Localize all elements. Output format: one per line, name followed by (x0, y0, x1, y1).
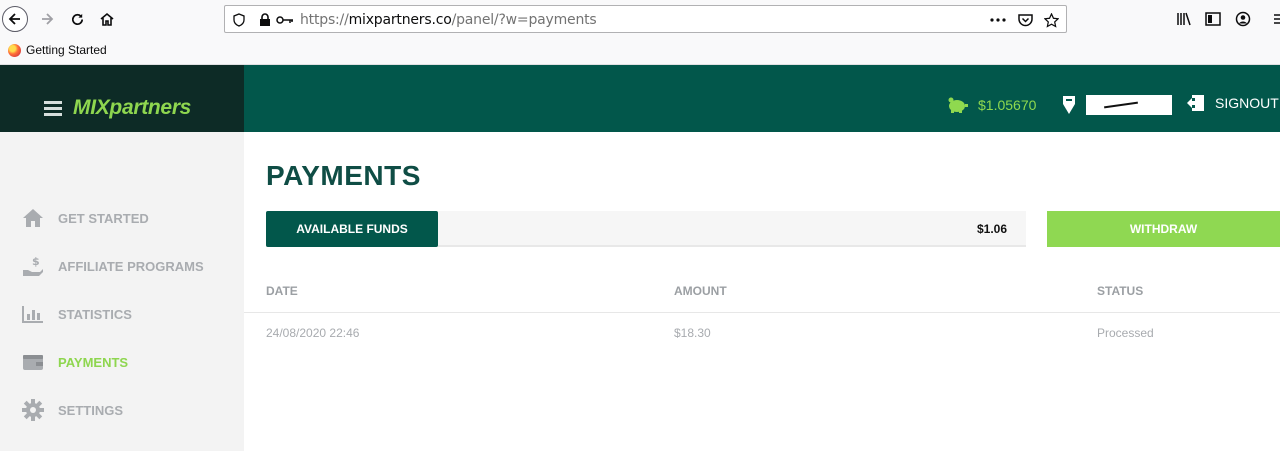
signout-label: SIGNOUT (1215, 95, 1279, 111)
url-text: https://mixpartners.co/panel/?w=payments (300, 12, 597, 28)
sidebar-item-label: AFFILIATE PROGRAMS (58, 258, 204, 274)
url-host: mixpartners.co (348, 12, 452, 28)
available-funds-amount: $1.06 (976, 222, 1007, 236)
sidebar-item-label: PAYMENTS (58, 354, 129, 370)
balance-value: $1.05670 (978, 97, 1037, 113)
forward-button[interactable] (34, 6, 60, 32)
sidebar-item-label: SETTINGS (58, 402, 124, 418)
sidebar-item-payments[interactable]: PAYMENTS (22, 351, 128, 373)
star-icon[interactable] (1043, 12, 1059, 28)
reload-button[interactable] (64, 6, 90, 32)
home-button[interactable] (94, 6, 120, 32)
table-divider (244, 312, 1280, 313)
row-status: Processed (1097, 326, 1154, 340)
row-date: 24/08/2020 22:46 (266, 326, 360, 340)
wallet-icon (22, 351, 44, 373)
sidebar-item-label: GET STARTED (58, 210, 149, 226)
reload-icon (71, 13, 83, 25)
url-prefix: https:// (300, 12, 349, 28)
username-redacted (1086, 95, 1172, 115)
svg-text:$: $ (32, 255, 40, 268)
url-bar[interactable]: https://mixpartners.co/panel/?w=payments (224, 5, 1067, 33)
brand-bar: MIXpartners (0, 65, 244, 132)
arrow-left-icon (8, 13, 20, 25)
browser-toolbar: https://mixpartners.co/panel/?w=payments (0, 0, 1280, 38)
bar-chart-icon (22, 303, 44, 325)
menu-icon[interactable] (1274, 11, 1280, 27)
hamburger-icon[interactable] (44, 101, 62, 116)
page-title: PAYMENTS (266, 160, 421, 191)
balance-display: $1.05670 (946, 96, 1036, 114)
gear-icon (22, 399, 44, 421)
piggy-bank-icon (948, 97, 968, 113)
key-icon[interactable] (275, 12, 295, 28)
sidebar-item-affiliate-programs[interactable]: $ AFFILIATE PROGRAMS (22, 255, 204, 277)
available-funds-label: AVAILABLE FUNDS (266, 211, 438, 247)
column-header-amount: AMOUNT (674, 284, 727, 298)
withdraw-button[interactable]: WITHDRAW (1047, 211, 1280, 247)
user-badge-icon (1063, 96, 1075, 114)
shield-icon[interactable] (231, 12, 247, 28)
sidebar-item-settings[interactable]: SETTINGS (22, 399, 123, 421)
account-icon[interactable] (1235, 11, 1251, 27)
firefox-icon (8, 43, 21, 57)
available-funds-bar: AVAILABLE FUNDS $1.06 (266, 211, 1026, 247)
bookmark-getting-started[interactable]: Getting Started (8, 43, 107, 57)
pocket-icon[interactable] (1017, 12, 1033, 28)
arrow-right-icon (42, 13, 54, 25)
column-header-date: DATE (266, 284, 298, 298)
home-icon (100, 12, 114, 26)
sidebar-item-statistics[interactable]: STATISTICS (22, 303, 132, 325)
bookmark-label: Getting Started (26, 43, 107, 57)
top-bar: $1.05670 SIGNOUT (244, 65, 1280, 132)
sidebar-toggle-icon[interactable] (1205, 11, 1221, 27)
url-path: /panel/?w=payments (451, 12, 597, 28)
library-icon[interactable] (1176, 11, 1192, 27)
home-icon (22, 207, 44, 229)
user-menu[interactable] (1062, 95, 1172, 115)
lock-icon[interactable] (257, 12, 273, 28)
sidebar-item-label: STATISTICS (58, 306, 132, 322)
signout-icon (1187, 95, 1204, 111)
hand-dollar-icon: $ (22, 255, 44, 277)
row-amount: $18.30 (674, 326, 711, 340)
signout-button[interactable]: SIGNOUT (1186, 94, 1279, 112)
back-button[interactable] (2, 6, 28, 32)
bookmarks-bar: Getting Started (0, 38, 1280, 65)
sidebar: GET STARTED $ AFFILIATE PROGRAMS STATIST… (0, 132, 244, 451)
logo[interactable]: MIXpartners (73, 96, 191, 120)
column-header-status: STATUS (1097, 284, 1144, 298)
more-icon[interactable] (990, 12, 1006, 28)
sidebar-item-get-started[interactable]: GET STARTED (22, 207, 149, 229)
